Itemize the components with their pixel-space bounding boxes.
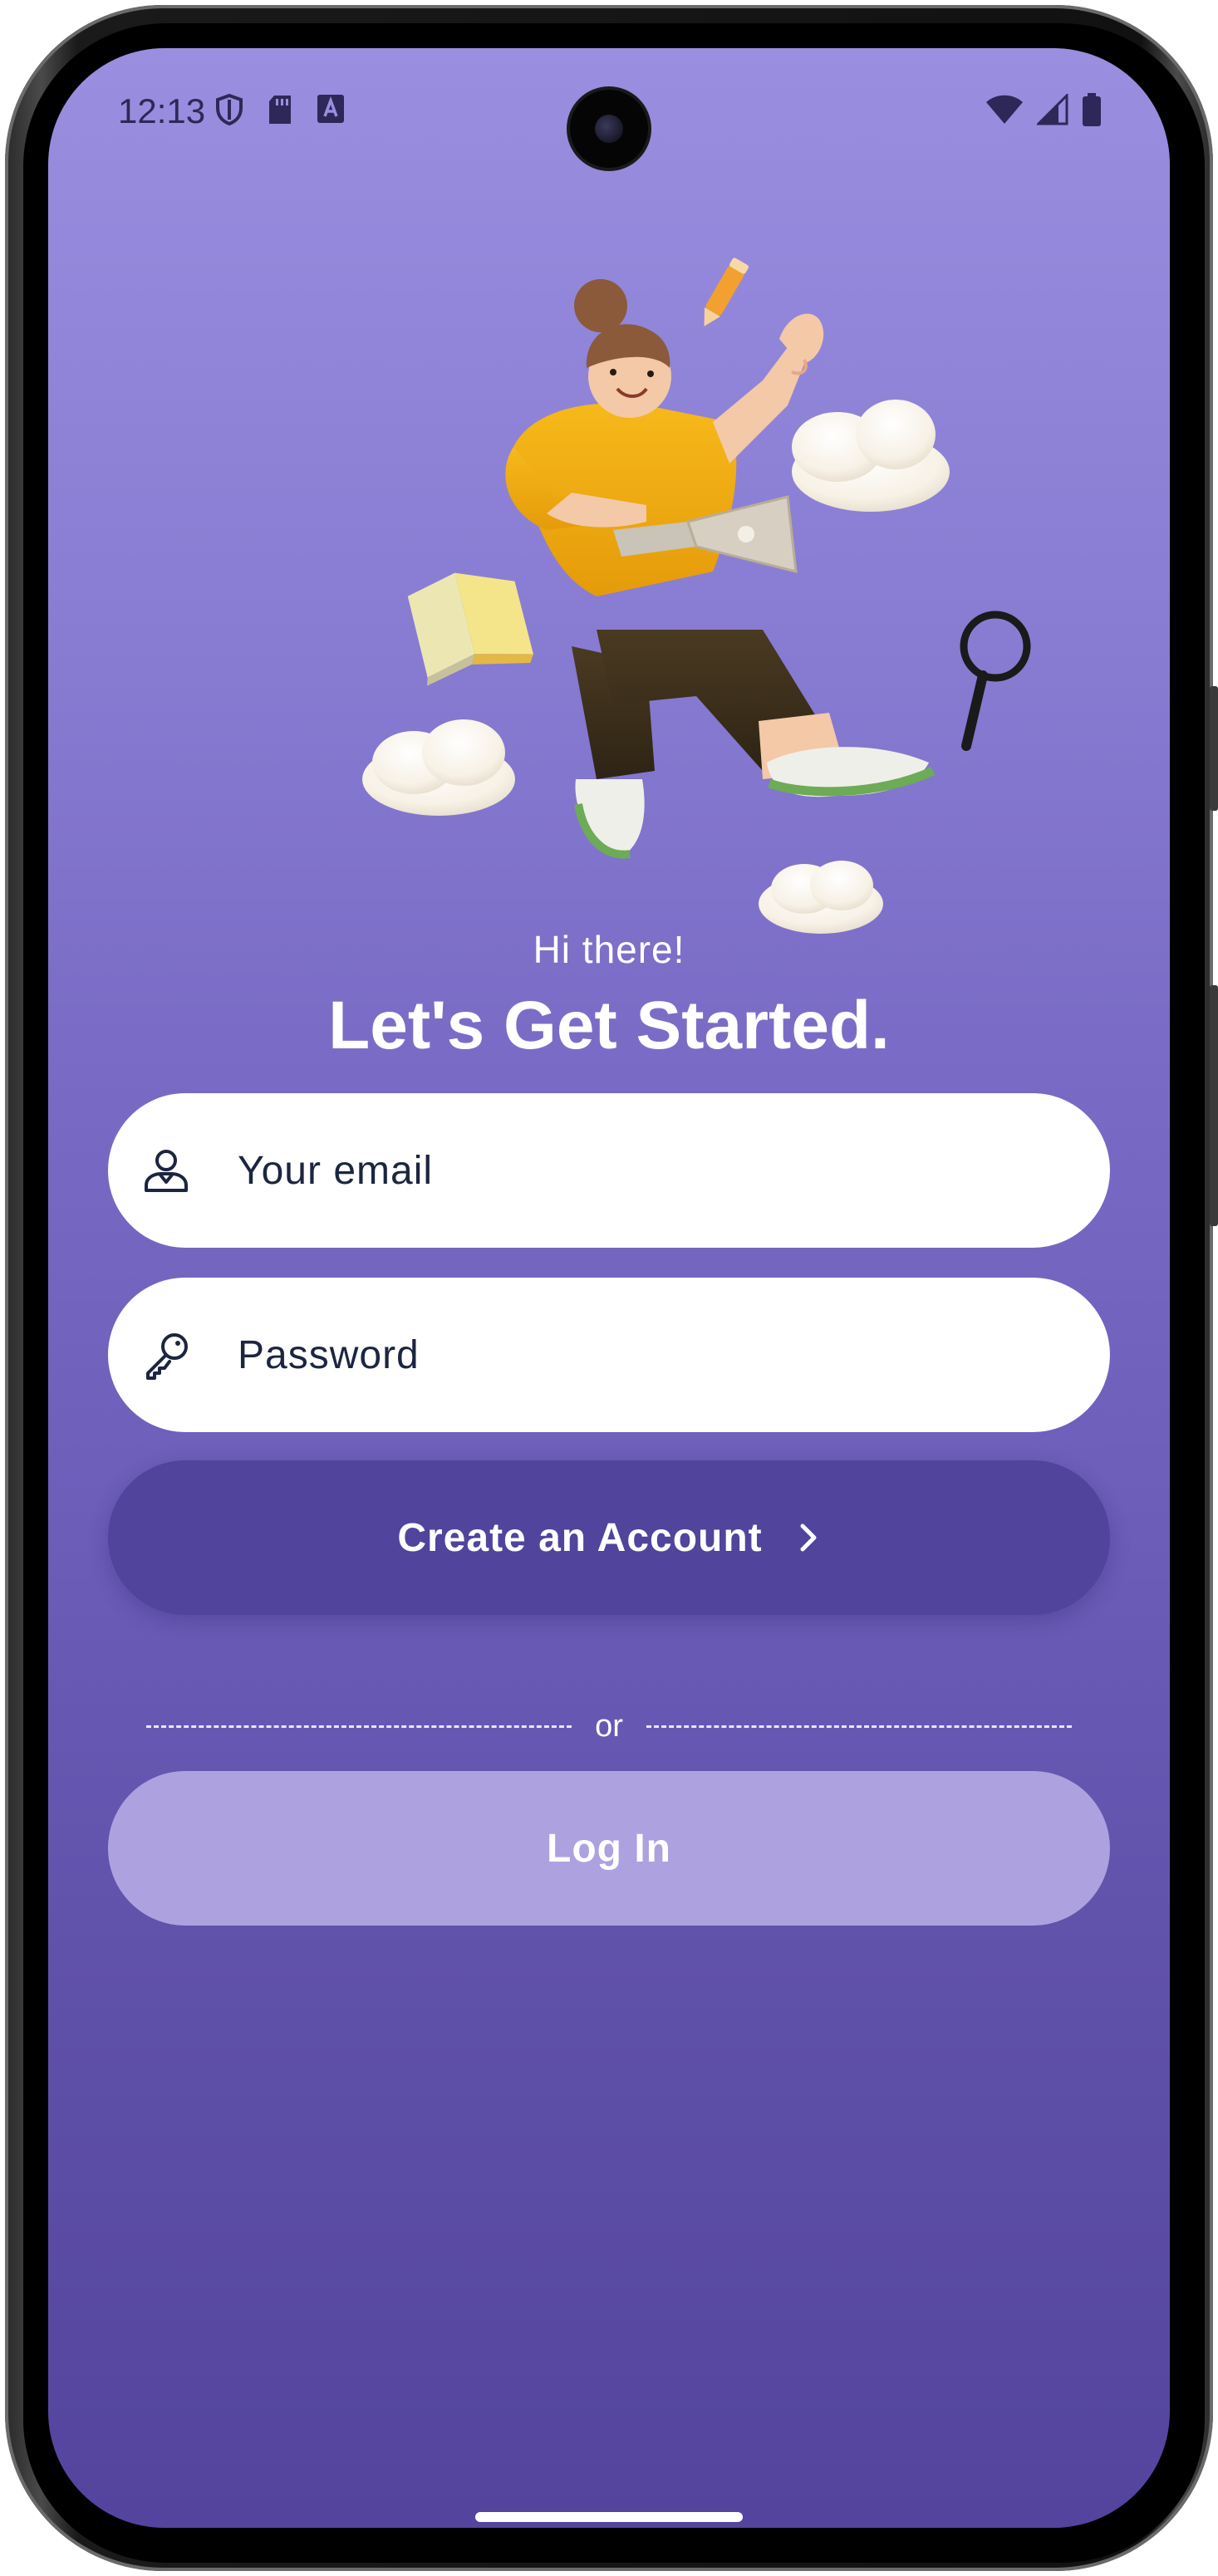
status-icons-left (214, 93, 346, 126)
magnifier-icon (960, 611, 1031, 751)
password-field[interactable] (108, 1278, 1110, 1432)
divider-line-left (146, 1725, 572, 1728)
page-title: Let's Get Started. (328, 988, 890, 1063)
notebook-icon (407, 572, 533, 686)
divider-line-right (646, 1725, 1073, 1728)
shield-icon (216, 93, 243, 126)
power-button (1210, 686, 1218, 811)
user-icon (145, 1150, 188, 1192)
key-icon (146, 1333, 188, 1380)
character-figure (505, 279, 936, 859)
person-floating-with-laptop-illustration (362, 258, 1031, 934)
chevron-right-icon (800, 1524, 817, 1552)
pencil-icon (704, 258, 749, 326)
divider-label: or (595, 1708, 623, 1744)
create-account-label: Create an Account (397, 1515, 763, 1560)
email-input[interactable] (236, 1146, 987, 1195)
login-label: Log In (547, 1826, 671, 1871)
wifi-icon (986, 95, 1023, 124)
cloud-left (362, 719, 515, 816)
login-button[interactable]: Log In (108, 1771, 1110, 1926)
create-account-button[interactable]: Create an Account (108, 1460, 1110, 1615)
volume-button (1210, 985, 1218, 1226)
cloud-right (792, 400, 950, 512)
status-time: 12:13 (118, 91, 206, 130)
front-camera (570, 90, 648, 168)
app-screen: 12:13 Hi there! Let's Get Started. Your … (48, 48, 1170, 2528)
password-input[interactable] (236, 1331, 987, 1379)
keyboard-a-icon (317, 95, 344, 123)
status-icons-right (985, 93, 1102, 126)
greeting-text: Hi there! (533, 928, 685, 971)
cellular-signal-icon (1037, 94, 1068, 125)
email-field[interactable] (108, 1093, 1110, 1248)
home-indicator[interactable] (475, 2512, 743, 2522)
sd-card-icon (269, 96, 291, 124)
battery-icon (1083, 93, 1101, 126)
or-divider: or (146, 1701, 1073, 1751)
cloud-bottom (759, 861, 883, 934)
